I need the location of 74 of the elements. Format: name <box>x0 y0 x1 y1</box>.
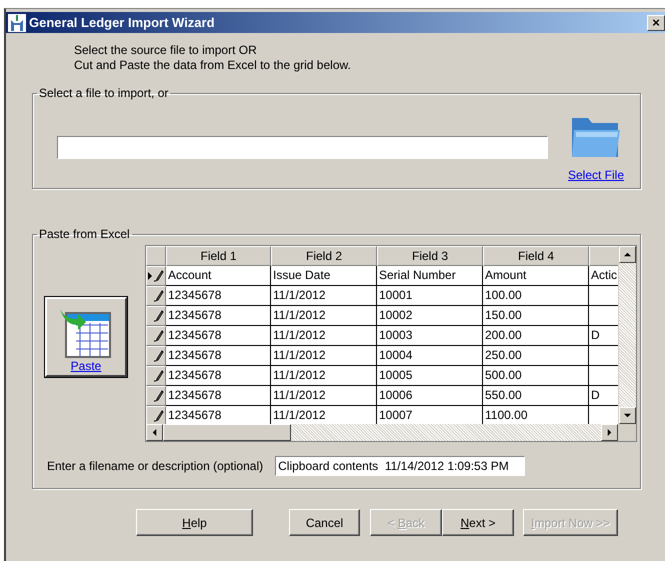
vertical-scrollbar[interactable] <box>619 246 636 424</box>
table-cell: 12345678 <box>166 286 271 306</box>
row-selector[interactable] <box>146 266 166 286</box>
row-selector[interactable] <box>146 366 166 386</box>
down-arrow-icon[interactable] <box>624 412 631 419</box>
column-header[interactable]: Field 4 <box>483 246 589 266</box>
table-cell: 11/1/2012 <box>271 306 377 326</box>
table-cell: 12345678 <box>166 306 271 326</box>
group-title: Select a file to import, or <box>38 86 170 100</box>
table-cell: 11/1/2012 <box>271 346 377 366</box>
instruction-text: Select the source file to import OR <box>74 43 258 57</box>
instruction-text: Cut and Paste the data from Excel to the grid below. <box>74 58 352 72</box>
file-path-field[interactable] <box>57 136 548 159</box>
row-selector[interactable] <box>146 286 166 306</box>
table-cell: 11/1/2012 <box>271 386 377 406</box>
table-cell: 500.00 <box>483 366 589 386</box>
table-cell: D <box>589 326 618 346</box>
column-header[interactable]: Field 2 <box>271 246 377 266</box>
table-cell: Issue Date <box>271 266 377 286</box>
table-cell: 12345678 <box>166 326 271 346</box>
column-header[interactable]: Field 1 <box>166 246 271 266</box>
table-cell: 200.00 <box>483 326 589 346</box>
table-cell: Account <box>166 266 271 286</box>
dialog-button[interactable]: Help <box>136 509 253 536</box>
table-cell: 10004 <box>377 346 483 366</box>
table-cell: 550.00 <box>483 386 589 406</box>
select-file-link[interactable]: Select File <box>568 168 624 182</box>
dialog-button[interactable]: Cancel <box>289 509 360 536</box>
table-cell: 10003 <box>377 326 483 346</box>
table-cell: Actic <box>589 266 618 286</box>
table-cell: Serial Number <box>377 266 483 286</box>
table-cell <box>589 306 618 326</box>
row-selector[interactable] <box>146 326 166 346</box>
table-cell: 10002 <box>377 306 483 326</box>
close-button[interactable]: × <box>647 14 665 30</box>
dialog-button[interactable]: Next > <box>442 509 514 536</box>
description-field[interactable]: Clipboard contents 11/14/2012 1:09:53 PM <box>275 456 526 476</box>
table-cell: 10001 <box>377 286 483 306</box>
table-cell: 11/1/2012 <box>271 406 377 424</box>
column-header[interactable]: Field 3 <box>377 246 483 266</box>
table-cell <box>589 286 618 306</box>
table-cell: 100.00 <box>483 286 589 306</box>
table-cell: 11/1/2012 <box>271 286 377 306</box>
corner-cell <box>146 246 166 266</box>
table-cell: 10007 <box>377 406 483 424</box>
left-arrow-icon[interactable] <box>151 429 158 436</box>
horizontal-scrollbar[interactable] <box>146 424 618 441</box>
table-cell: D <box>589 386 618 406</box>
paste-link[interactable]: Paste <box>70 359 102 373</box>
table-cell: 10006 <box>377 386 483 406</box>
table-cell: 1100.00 <box>483 406 589 424</box>
table-cell: 12345678 <box>166 406 271 424</box>
table-cell: 250.00 <box>483 346 589 366</box>
description-label: Enter a filename or description (optional) <box>47 459 264 473</box>
row-selector[interactable] <box>146 346 166 366</box>
table-cell: 10005 <box>377 366 483 386</box>
row-selector[interactable] <box>146 306 166 326</box>
right-arrow-icon[interactable] <box>606 429 613 436</box>
table-cell <box>589 406 618 424</box>
table-cell: 11/1/2012 <box>271 326 377 346</box>
row-selector[interactable] <box>146 386 166 406</box>
table-cell: Amount <box>483 266 589 286</box>
table-cell <box>589 366 618 386</box>
table-cell <box>589 346 618 366</box>
table-cell: 150.00 <box>483 306 589 326</box>
table-cell: 12345678 <box>166 366 271 386</box>
window-title: General Ledger Import Wizard <box>29 15 216 30</box>
group-title: Paste from Excel <box>38 227 131 241</box>
app-icon <box>8 14 26 32</box>
table-cell: 12345678 <box>166 386 271 406</box>
table-cell: 12345678 <box>166 346 271 366</box>
table-cell: 11/1/2012 <box>271 366 377 386</box>
paste-button[interactable]: Paste <box>45 297 127 377</box>
up-arrow-icon[interactable] <box>624 251 631 258</box>
